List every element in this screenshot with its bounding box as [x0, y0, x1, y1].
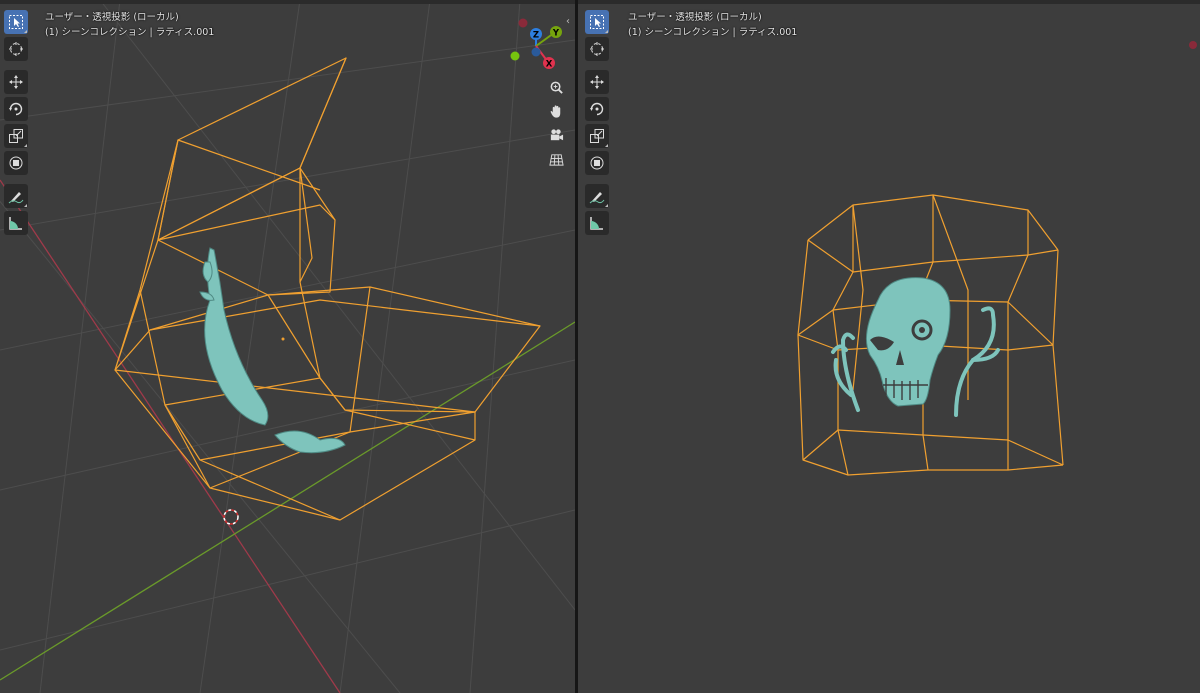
collection-info: (1) シーンコレクション | ラティス.001: [45, 27, 215, 38]
tool-shelf: [585, 10, 609, 238]
camera-view-button[interactable]: [545, 124, 567, 146]
select-box-icon: [590, 15, 604, 29]
scale-icon: [590, 129, 604, 143]
camera-icon: [550, 128, 563, 140]
annotate-tool[interactable]: [585, 184, 609, 208]
scale-tool[interactable]: [585, 124, 609, 148]
rotate-tool[interactable]: [585, 97, 609, 121]
transform-tool[interactable]: [4, 151, 28, 175]
grid-icon: [548, 153, 564, 166]
select-box-tool[interactable]: [4, 10, 28, 34]
move-icon: [590, 75, 604, 89]
transform-tool[interactable]: [585, 151, 609, 175]
y-label: Y: [552, 29, 560, 39]
viewport-info: ユーザー・透視投影 (ローカル) (1) シーンコレクション | ラティス.00…: [628, 10, 797, 40]
zoom-button[interactable]: [545, 76, 567, 98]
measure-tool[interactable]: [4, 211, 28, 235]
view-name: ユーザー・透視投影 (ローカル): [628, 12, 762, 23]
neg-x-handle[interactable]: [518, 18, 528, 28]
cursor-icon: [590, 42, 604, 56]
pan-button[interactable]: [545, 100, 567, 122]
left-3d-viewport[interactable]: ユーザー・透視投影 (ローカル) (1) シーンコレクション | ラティス.00…: [0, 0, 575, 693]
right-viewport-scene[interactable]: [578, 0, 1200, 693]
neg-y-handle[interactable]: [510, 51, 520, 61]
cursor-tool[interactable]: [4, 37, 28, 61]
select-box-tool[interactable]: [585, 10, 609, 34]
left-viewport-scene[interactable]: [0, 0, 575, 693]
annotate-icon: [8, 192, 24, 204]
rotate-icon: [9, 102, 23, 116]
x-label: X: [546, 60, 553, 70]
navigation-buttons: [545, 76, 567, 172]
gizmo-edge-handle[interactable]: [1189, 41, 1197, 49]
y-axis-line: [0, 321, 575, 681]
move-tool[interactable]: [585, 70, 609, 94]
neg-z-handle[interactable]: [531, 47, 541, 57]
move-tool[interactable]: [4, 70, 28, 94]
rotate-tool[interactable]: [4, 97, 28, 121]
measure-tool[interactable]: [585, 211, 609, 235]
collection-info: (1) シーンコレクション | ラティス.001: [628, 27, 798, 38]
floor-grid: [0, 0, 575, 693]
viewport-info: ユーザー・透視投影 (ローカル) (1) シーンコレクション | ラティス.00…: [45, 10, 214, 40]
object-origin: [281, 337, 285, 341]
zoom-icon: [550, 81, 563, 94]
annotate-icon: [589, 192, 605, 204]
transform-icon: [9, 156, 23, 170]
3d-cursor[interactable]: [223, 509, 239, 525]
sidebar-collapse-arrow-icon[interactable]: ‹: [566, 16, 570, 27]
z-label: Z: [533, 31, 539, 41]
measure-icon: [590, 217, 603, 230]
perspective-toggle-button[interactable]: [545, 148, 567, 170]
view-name: ユーザー・透視投影 (ローカル): [45, 12, 179, 23]
rotate-icon: [590, 102, 604, 116]
annotate-tool[interactable]: [4, 184, 28, 208]
select-box-icon: [9, 15, 23, 29]
pan-hand-icon: [550, 104, 560, 118]
transform-icon: [590, 156, 604, 170]
tool-shelf: [4, 10, 28, 238]
navigation-gizmo[interactable]: Z Y X: [503, 14, 567, 74]
measure-icon: [9, 217, 22, 230]
header-strip: [0, 0, 575, 4]
scale-tool[interactable]: [4, 124, 28, 148]
move-icon: [9, 75, 23, 89]
cursor-tool[interactable]: [585, 37, 609, 61]
scale-icon: [9, 129, 23, 143]
skull-mesh-side[interactable]: [199, 247, 346, 454]
cursor-icon: [9, 42, 23, 56]
right-3d-viewport[interactable]: ユーザー・透視投影 (ローカル) (1) シーンコレクション | ラティス.00…: [578, 0, 1200, 693]
header-strip: [578, 0, 1200, 4]
